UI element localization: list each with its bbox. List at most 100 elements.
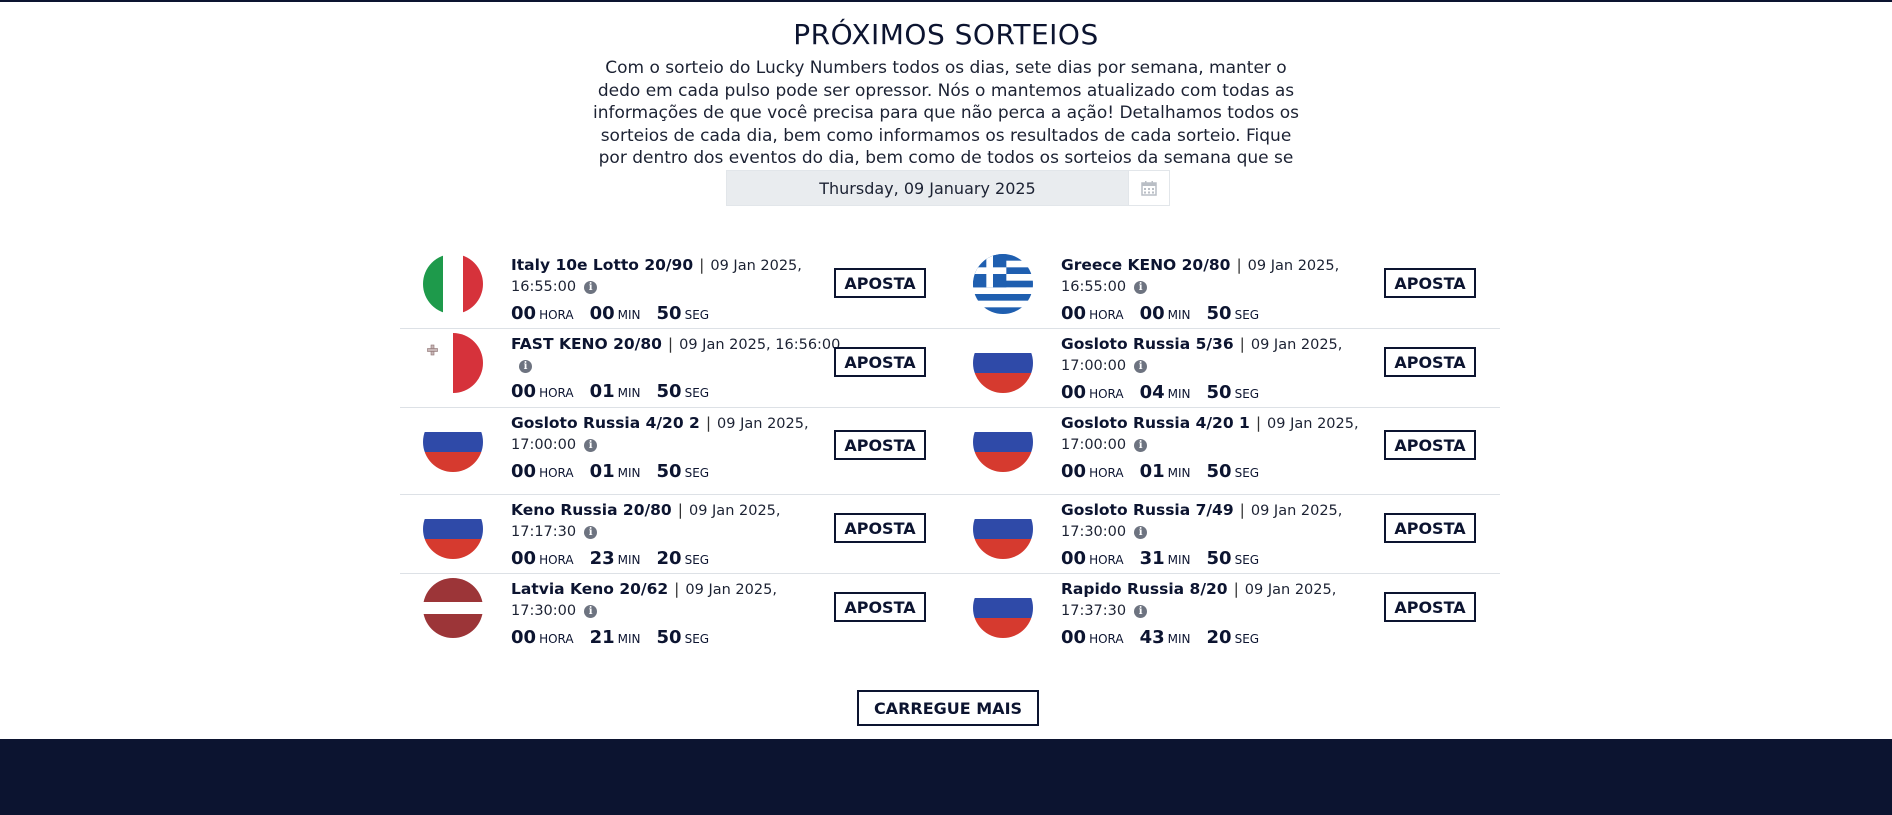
draw-info: Gosloto Russia 4/20 1 | 09 Jan 2025, 17:00… — [1061, 408, 1381, 482]
draw-title-line: Latvia Keno 20/62 | 09 Jan 2025, 17:30:00 i — [511, 579, 841, 621]
draws-row: Italy 10e Lotto 20/90 | 09 Jan 2025, 16:55… — [400, 250, 1500, 329]
draw-info: Latvia Keno 20/62 | 09 Jan 2025, 17:30:00 i… — [511, 574, 841, 648]
countdown: 00 HORA 00 MIN 50 SEG — [1061, 303, 1391, 324]
russia-flag-icon — [423, 412, 483, 472]
draw-title-line: Gosloto Russia 7/49 | 09 Jan 2025, 17:30:0… — [1061, 500, 1391, 542]
minutes-unit: MIN — [1167, 632, 1191, 646]
load-more-button[interactable]: CARREGUE MAIS — [857, 690, 1039, 726]
bet-button[interactable]: APOSTA — [834, 513, 926, 543]
latvia-flag-icon — [423, 578, 483, 638]
draw-info: Gosloto Russia 7/49 | 09 Jan 2025, 17:30:0… — [1061, 495, 1391, 569]
draw-title-line: Gosloto Russia 4/20 1 | 09 Jan 2025, 17:00… — [1061, 413, 1381, 455]
top-border — [0, 0, 1892, 2]
greece-flag-icon — [973, 254, 1033, 314]
draw-name: Greece KENO 20/80 — [1061, 256, 1231, 274]
draw-name: Keno Russia 20/80 — [511, 501, 672, 519]
hours-value: 00 — [511, 303, 537, 324]
hours-unit: HORA — [1089, 466, 1124, 480]
info-icon[interactable]: i — [1134, 360, 1148, 373]
countdown: 00 HORA 00 MIN 50 SEG — [511, 303, 841, 324]
countdown: 00 HORA 01 MIN 50 SEG — [1061, 461, 1381, 482]
bet-button[interactable]: APOSTA — [1384, 347, 1476, 377]
countdown: 00 HORA 21 MIN 50 SEG — [511, 627, 841, 648]
countdown: 00 HORA 31 MIN 50 SEG — [1061, 548, 1391, 569]
info-icon[interactable]: i — [584, 605, 598, 618]
bet-button[interactable]: APOSTA — [1384, 430, 1476, 460]
separator: | — [699, 256, 705, 274]
seconds-unit: SEG — [684, 632, 710, 646]
draw-info: Keno Russia 20/80 | 09 Jan 2025, 17:17:30 i… — [511, 495, 841, 569]
draw-card: Keno Russia 20/80 | 09 Jan 2025, 17:17:30 i… — [400, 495, 950, 573]
draw-info: Gosloto Russia 5/36 | 09 Jan 2025, 17:00:0… — [1061, 329, 1391, 403]
seconds-unit: SEG — [684, 553, 710, 567]
seconds-unit: SEG — [684, 308, 710, 322]
bet-button[interactable]: APOSTA — [1384, 592, 1476, 622]
info-icon[interactable]: i — [584, 526, 598, 539]
info-icon[interactable]: i — [1134, 526, 1148, 539]
minutes-value: 00 — [1139, 303, 1165, 324]
minutes-value: 31 — [1139, 548, 1165, 569]
draw-datetime: 09 Jan 2025, 16:56:00 — [679, 337, 841, 353]
draw-info: Greece KENO 20/80 | 09 Jan 2025, 16:55:00 i… — [1061, 250, 1391, 324]
calendar-button[interactable] — [1128, 171, 1169, 205]
bet-button[interactable]: APOSTA — [834, 347, 926, 377]
draw-name: Gosloto Russia 7/49 — [1061, 501, 1234, 519]
bet-button[interactable]: APOSTA — [834, 430, 926, 460]
hours-unit: HORA — [539, 308, 574, 322]
seconds-value: 20 — [1206, 627, 1232, 648]
countdown: 00 HORA 23 MIN 20 SEG — [511, 548, 841, 569]
countdown: 00 HORA 43 MIN 20 SEG — [1061, 627, 1391, 648]
info-icon[interactable]: i — [584, 439, 598, 452]
minutes-value: 04 — [1139, 382, 1165, 403]
hours-unit: HORA — [539, 632, 574, 646]
malta-flag-icon — [423, 333, 483, 393]
separator: | — [667, 335, 674, 353]
bet-button[interactable]: APOSTA — [834, 268, 926, 298]
minutes-value: 23 — [589, 548, 615, 569]
draw-info: Rapido Russia 8/20 | 09 Jan 2025, 17:37:30… — [1061, 574, 1391, 648]
hours-value: 00 — [1061, 461, 1087, 482]
draws-row: Gosloto Russia 4/20 2 | 09 Jan 2025, 17:00… — [400, 408, 1500, 495]
date-input[interactable]: Thursday, 09 January 2025 — [727, 171, 1128, 205]
separator: | — [1255, 414, 1262, 432]
date-picker[interactable]: Thursday, 09 January 2025 — [726, 170, 1170, 206]
hours-value: 00 — [1061, 627, 1087, 648]
hours-unit: HORA — [539, 466, 574, 480]
draw-card: Rapido Russia 8/20 | 09 Jan 2025, 17:37:30… — [950, 574, 1500, 652]
draw-title-line: Gosloto Russia 5/36 | 09 Jan 2025, 17:00:0… — [1061, 334, 1391, 376]
bet-button[interactable]: APOSTA — [834, 592, 926, 622]
info-icon[interactable]: i — [1134, 281, 1148, 294]
draw-card: Greece KENO 20/80 | 09 Jan 2025, 16:55:00 i… — [950, 250, 1500, 328]
info-icon[interactable]: i — [519, 360, 532, 373]
draws-row: FAST KENO 20/80 | 09 Jan 2025, 16:56:00 i 00… — [400, 329, 1500, 408]
draw-name: Gosloto Russia 5/36 — [1061, 335, 1234, 353]
draw-title-line: Italy 10e Lotto 20/90 | 09 Jan 2025, 16:55… — [511, 255, 841, 297]
hours-value: 00 — [511, 548, 537, 569]
draws-row: Keno Russia 20/80 | 09 Jan 2025, 17:17:30 i… — [400, 495, 1500, 574]
russia-flag-icon — [973, 412, 1033, 472]
bet-button[interactable]: APOSTA — [1384, 268, 1476, 298]
draw-name: Rapido Russia 8/20 — [1061, 580, 1228, 598]
hours-unit: HORA — [1089, 308, 1124, 322]
minutes-value: 21 — [589, 627, 615, 648]
italy-flag-icon — [423, 254, 483, 314]
info-icon[interactable]: i — [1134, 439, 1148, 452]
draw-title-line: Greece KENO 20/80 | 09 Jan 2025, 16:55:00 i — [1061, 255, 1391, 297]
minutes-unit: MIN — [617, 308, 641, 322]
seconds-unit: SEG — [1234, 387, 1260, 401]
hours-value: 00 — [1061, 382, 1087, 403]
bet-button[interactable]: APOSTA — [1384, 513, 1476, 543]
countdown: 00 HORA 04 MIN 50 SEG — [1061, 382, 1391, 403]
draw-name: Gosloto Russia 4/20 1 — [1061, 414, 1250, 432]
hours-value: 00 — [1061, 548, 1087, 569]
hours-value: 00 — [1061, 303, 1087, 324]
info-icon[interactable]: i — [1134, 605, 1148, 618]
seconds-value: 50 — [656, 627, 682, 648]
minutes-unit: MIN — [1167, 466, 1191, 480]
separator: | — [1236, 256, 1242, 274]
draw-name: Italy 10e Lotto 20/90 — [511, 256, 694, 274]
separator: | — [1239, 501, 1245, 519]
info-icon[interactable]: i — [584, 281, 598, 294]
minutes-value: 01 — [589, 381, 615, 402]
minutes-value: 01 — [589, 461, 615, 482]
